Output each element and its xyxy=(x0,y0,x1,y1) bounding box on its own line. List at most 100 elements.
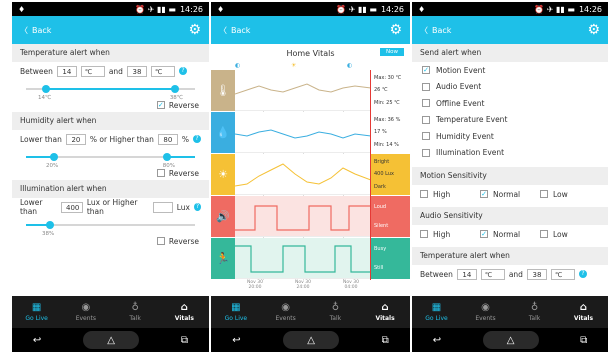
option-checkbox[interactable] xyxy=(540,230,548,238)
status-icons: ⏰ ✈ ▮▮ ▬ xyxy=(336,4,377,14)
event-option-offline[interactable]: Offline Event xyxy=(412,95,608,112)
gear-icon[interactable]: ⚙ xyxy=(587,22,600,38)
status-time: 14:26 xyxy=(578,4,602,14)
option-checkbox[interactable] xyxy=(540,190,548,198)
tab-events[interactable]: ◉ Events xyxy=(261,296,311,328)
event-checkbox[interactable] xyxy=(422,99,430,108)
option-high[interactable]: High xyxy=(420,190,480,199)
light-side: Bright 400 Lux Dark xyxy=(371,154,410,195)
droplet-icon: 💧 xyxy=(211,112,235,153)
event-option-temperature[interactable]: Temperature Event xyxy=(412,112,608,129)
system-recent-icon[interactable]: ⧉ xyxy=(382,335,389,346)
back-label: Back xyxy=(432,25,452,35)
help-icon[interactable]: ? xyxy=(192,135,201,143)
gear-icon[interactable]: ⚙ xyxy=(188,22,201,38)
option-low[interactable]: Low xyxy=(540,190,600,199)
tab-talk[interactable]: ♁ Talk xyxy=(111,296,160,328)
temp-low-field[interactable]: 14 xyxy=(56,65,77,77)
event-label: Motion Event xyxy=(436,65,486,75)
temp-unit-select-2[interactable]: ℃ xyxy=(150,65,175,77)
help-icon[interactable]: ? xyxy=(578,270,587,278)
back-button[interactable]: 〈 Back xyxy=(420,25,451,36)
illumination-high-field[interactable] xyxy=(152,201,173,213)
sound-line-svg xyxy=(235,205,371,231)
tab-talk[interactable]: ♁ Talk xyxy=(510,296,559,328)
humidity-low-field[interactable]: 20 xyxy=(65,133,86,145)
weather-strip: ◐ ☀ ◐ xyxy=(211,62,410,70)
slider-high-knob[interactable] xyxy=(171,85,179,93)
event-checkbox[interactable]: ✓ xyxy=(422,66,430,75)
humidity-high-field[interactable]: 80 xyxy=(157,133,178,145)
tab-talk[interactable]: ♁ Talk xyxy=(311,296,361,328)
help-icon[interactable]: ? xyxy=(178,67,187,75)
temperature-slider[interactable]: 14℃ 38℃ xyxy=(20,80,201,101)
tab-go-live[interactable]: ▦ Go Live xyxy=(412,296,461,328)
vitals-content: Home Vitals Now ◐ ☀ ◐ 🌡 Max: 30 ℃ 26 ℃ M… xyxy=(211,44,410,296)
event-checkbox[interactable] xyxy=(422,132,430,141)
system-home-button[interactable]: △ xyxy=(482,331,539,349)
illumination-low-field[interactable]: 400 xyxy=(61,201,83,213)
option-checkbox[interactable] xyxy=(420,230,428,238)
tab-vitals[interactable]: ⌂ Vitals xyxy=(360,296,410,328)
tab-label: Events xyxy=(75,315,97,322)
system-back-icon[interactable]: ↩ xyxy=(33,335,41,346)
reverse-checkbox[interactable] xyxy=(156,237,165,245)
option-low[interactable]: Low xyxy=(540,230,600,239)
tab-vitals[interactable]: ⌂ Vitals xyxy=(559,296,608,328)
option-checkbox[interactable]: ✓ xyxy=(480,230,488,238)
reverse-checkbox[interactable] xyxy=(156,169,165,177)
light-bright: Bright xyxy=(374,159,390,166)
tab-go-live[interactable]: ▦ Go Live xyxy=(211,296,261,328)
event-checkbox[interactable] xyxy=(422,115,430,124)
tab-events[interactable]: ◉ Events xyxy=(61,296,110,328)
option-normal[interactable]: ✓ Normal xyxy=(480,230,540,239)
slider-high-knob[interactable] xyxy=(163,153,171,161)
light-chart xyxy=(234,154,372,195)
event-option-motion[interactable]: ✓ Motion Event xyxy=(412,62,608,79)
bottom-nav: ▦ Go Live ◉ Events ♁ Talk ⌂ Vitals xyxy=(12,296,209,328)
system-back-icon[interactable]: ↩ xyxy=(433,335,441,346)
tab-vitals[interactable]: ⌂ Vitals xyxy=(160,296,209,328)
option-checkbox[interactable]: ✓ xyxy=(480,190,488,198)
location-pin-icon: ◉ xyxy=(281,302,290,313)
running-person-icon: 🏃 xyxy=(211,238,235,279)
temp-unit-select-1[interactable]: ℃ xyxy=(80,65,105,77)
slider-low-knob[interactable] xyxy=(46,221,54,229)
reverse-checkbox[interactable]: ✓ xyxy=(156,101,165,109)
temperature-row: 🌡 Max: 30 ℃ 26 ℃ Min: 25 ℃ xyxy=(211,70,410,111)
option-checkbox[interactable] xyxy=(420,190,428,198)
illumination-range-row: Lower than 400 Lux or Higher than Lux ? xyxy=(12,198,209,216)
home-icon: △ xyxy=(506,334,515,346)
now-button[interactable]: Now xyxy=(380,48,404,56)
slider-min-label: 20% xyxy=(46,163,59,169)
event-option-humidity[interactable]: Humidity Event xyxy=(412,128,608,145)
temp-unit-select-2[interactable]: ℃ xyxy=(550,268,575,280)
event-checkbox[interactable] xyxy=(422,148,430,157)
system-back-icon[interactable]: ↩ xyxy=(232,335,240,346)
temp-high-field[interactable]: 38 xyxy=(126,65,147,77)
system-home-button[interactable]: △ xyxy=(83,331,140,349)
humidity-slider[interactable]: 20% 80% xyxy=(20,148,201,169)
slider-low-knob[interactable] xyxy=(42,85,50,93)
system-home-button[interactable]: △ xyxy=(283,331,340,349)
temp-high-field[interactable]: 38 xyxy=(526,268,547,280)
back-button[interactable]: 〈 Back xyxy=(219,25,250,36)
slider-low-knob[interactable] xyxy=(50,153,58,161)
system-recent-icon[interactable]: ⧉ xyxy=(580,335,587,346)
gear-icon[interactable]: ⚙ xyxy=(389,22,402,38)
option-normal[interactable]: ✓ Normal xyxy=(480,190,540,199)
event-option-illumination[interactable]: Illumination Event xyxy=(412,145,608,162)
back-button[interactable]: 〈 Back xyxy=(20,25,51,36)
tab-events[interactable]: ◉ Events xyxy=(461,296,510,328)
tab-go-live[interactable]: ▦ Go Live xyxy=(12,296,61,328)
option-high[interactable]: High xyxy=(420,230,480,239)
temp-low-field[interactable]: 14 xyxy=(456,268,477,280)
temp-unit-select-1[interactable]: ℃ xyxy=(480,268,505,280)
option-label: High xyxy=(433,189,451,199)
system-recent-icon[interactable]: ⧉ xyxy=(181,335,188,346)
event-option-audio[interactable]: Audio Event xyxy=(412,79,608,96)
illumination-slider[interactable]: 38% xyxy=(20,216,201,237)
event-checkbox[interactable] xyxy=(422,82,430,91)
help-icon[interactable]: ? xyxy=(193,203,201,211)
option-label: Normal xyxy=(493,229,521,239)
